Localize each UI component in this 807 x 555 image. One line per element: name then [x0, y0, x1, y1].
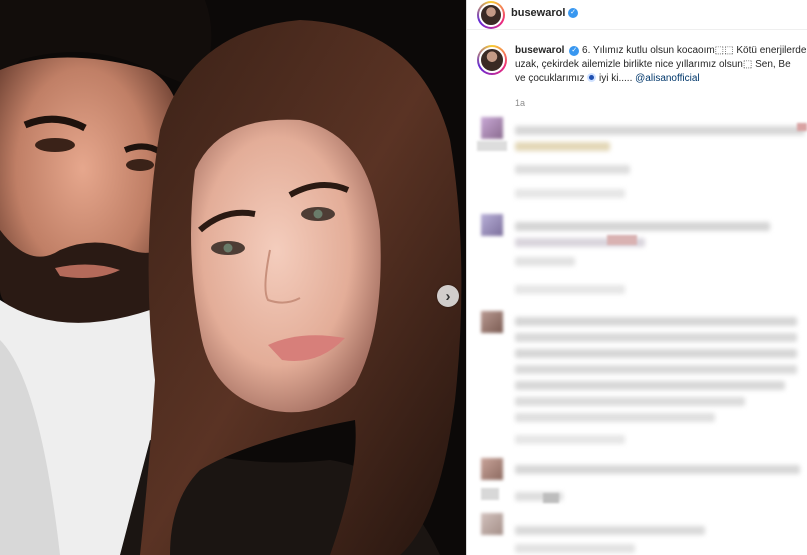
blurred-text	[543, 493, 559, 503]
blurred-text	[477, 141, 507, 151]
commenter-avatar[interactable]	[481, 458, 503, 480]
blurred-text	[515, 365, 797, 374]
verified-badge-icon: ✓	[568, 8, 578, 18]
blurred-text	[515, 317, 797, 326]
blurred-text	[515, 381, 785, 390]
blurred-text	[607, 235, 637, 245]
post-photo[interactable]: ›	[0, 0, 466, 555]
caption-username[interactable]: busewarol	[515, 45, 564, 56]
post-header: busewarol ✓	[467, 0, 807, 30]
blurred-text	[515, 526, 705, 535]
comment-blurred	[467, 458, 807, 555]
commenter-avatar[interactable]	[481, 311, 503, 333]
blurred-text	[515, 285, 625, 294]
chevron-right-icon: ›	[445, 287, 451, 305]
caption-text: busewarol ✓ 6. Yılımız kutlu olsun kocao…	[515, 44, 807, 86]
blurred-text	[515, 397, 745, 406]
blurred-text	[515, 413, 715, 422]
author-username[interactable]: busewarol	[511, 7, 565, 19]
caption-line-3-end: iyi ki.....	[599, 73, 636, 84]
commenter-avatar[interactable]	[481, 513, 503, 535]
blurred-text	[515, 333, 797, 342]
author-avatar[interactable]	[477, 1, 505, 29]
blurred-text	[515, 126, 805, 135]
caption-line-3: ve çocuklarımız	[515, 73, 585, 84]
caption-line-2: uzak, çekirdek ailemizle birlikte nice y…	[515, 59, 791, 70]
blurred-text	[515, 189, 625, 198]
post-time[interactable]: 1a	[515, 98, 525, 108]
caption-author-avatar[interactable]	[477, 45, 507, 75]
blurred-text	[515, 544, 635, 553]
blurred-text	[515, 435, 625, 444]
comment-blurred	[467, 117, 807, 199]
photo-image	[0, 0, 466, 555]
caption-verified-badge-icon: ✓	[569, 46, 580, 56]
caption-line-1: 6. Yılımız kutlu olsun kocaoım⬚⬚ Kötü en…	[582, 45, 807, 56]
commenter-avatar[interactable]	[481, 117, 503, 139]
post-side-panel: busewarol ✓ busewarol ✓ 6. Yılımız kutlu…	[467, 0, 807, 555]
comment-blurred	[467, 311, 807, 449]
blurred-text	[515, 165, 630, 174]
blurred-text	[515, 257, 575, 266]
blurred-text	[481, 488, 499, 500]
commenter-avatar[interactable]	[481, 214, 503, 236]
blurred-text	[515, 465, 800, 474]
post-caption: busewarol ✓ 6. Yılımız kutlu olsun kocao…	[467, 38, 807, 108]
next-photo-button[interactable]: ›	[437, 285, 459, 307]
blurred-text	[797, 123, 807, 131]
blurred-text	[515, 349, 797, 358]
evil-eye-emoji-icon	[587, 73, 597, 82]
blurred-text	[515, 222, 770, 231]
blurred-text	[515, 142, 610, 151]
comment-blurred	[467, 214, 807, 299]
mention-link[interactable]: @alisanofficial	[635, 73, 699, 84]
